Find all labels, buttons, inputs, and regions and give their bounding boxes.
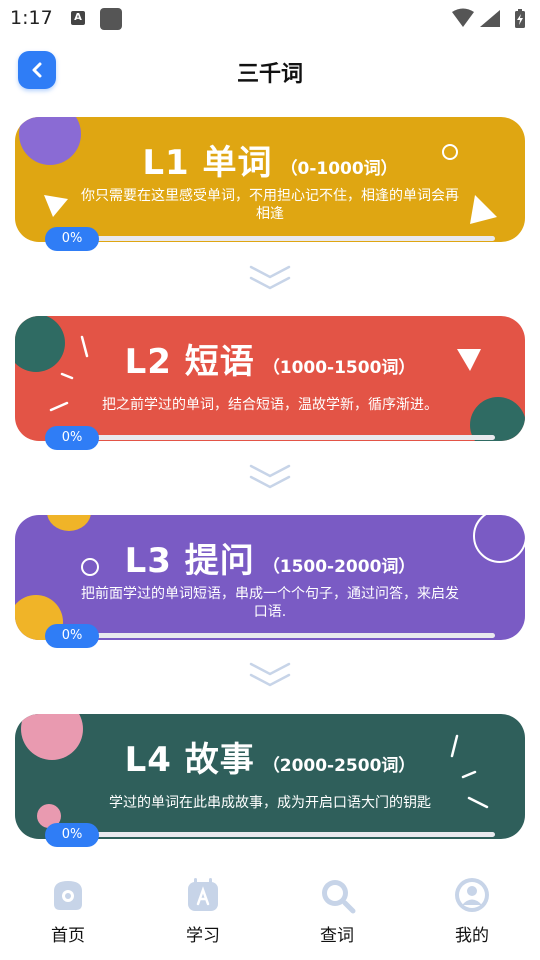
nav-label: 学习 <box>186 926 220 946</box>
level-card-l2[interactable]: L2 短语 （1000-1500词） 把之前学过的单词，结合短语，温故学新，循序渐… <box>15 316 525 441</box>
app-notification-icon: A <box>71 11 85 25</box>
progress-track <box>51 236 495 241</box>
level-name: L3 提问 <box>124 541 255 581</box>
nav-label: 查词 <box>320 926 354 946</box>
level-description: 把之前学过的单词，结合短语，温故学新，循序渐进。 <box>102 397 438 413</box>
level-description: 学过的单词在此串成故事，成为开启口语大门的钥匙 <box>109 795 431 811</box>
level-name: L2 短语 <box>124 342 255 382</box>
status-time: 1:17 <box>10 7 53 29</box>
decor-triangle <box>470 195 497 224</box>
chevron-down-icon <box>249 464 291 489</box>
nav-item-learn[interactable]: 学习 <box>148 876 258 946</box>
progress-badge: 0% <box>45 823 99 847</box>
chevron-down-icon <box>249 265 291 290</box>
level-range: （1500-2000词） <box>262 557 416 577</box>
nav-label: 首页 <box>51 926 85 946</box>
nav-item-profile[interactable]: 我的 <box>417 876 527 946</box>
level-card-l4[interactable]: L4 故事 （2000-2500词） 学过的单词在此串成故事，成为开启口语大门的钥… <box>15 714 525 839</box>
progress-badge: 0% <box>45 227 99 251</box>
progress-track <box>51 435 495 440</box>
level-title: L2 短语 （1000-1500词） <box>15 334 525 383</box>
level-title: L4 故事 （2000-2500词） <box>15 732 525 781</box>
level-description: 把前面学过的单词短语，串成一个个句子，通过问答，来启发口语. <box>81 586 459 620</box>
level-card-l1[interactable]: L1 单词 （0-1000词） 你只需要在这里感受单词，不用担心记不住，相逢的单词… <box>15 117 525 242</box>
progress-track <box>51 832 495 837</box>
progress-badge: 0% <box>45 426 99 450</box>
nav-item-search-word[interactable]: 查词 <box>282 876 392 946</box>
level-card-l3[interactable]: L3 提问 （1500-2000词） 把前面学过的单词短语，串成一个个句子，通过问… <box>15 515 525 640</box>
bottom-nav: 首页 学习 查词 我的 <box>0 862 540 960</box>
status-indicators <box>450 8 530 30</box>
status-bar: 1:17 A <box>0 0 540 38</box>
level-title: L1 单词 （0-1000词） <box>15 135 525 184</box>
header: 三千词 <box>0 40 540 100</box>
wifi-signal-battery-icon <box>452 8 525 28</box>
level-range: （2000-2500词） <box>262 756 416 776</box>
level-name: L1 单词 <box>142 143 273 183</box>
profile-icon <box>453 876 491 914</box>
level-range: （0-1000词） <box>280 159 398 179</box>
app-notification-square-icon <box>100 8 122 30</box>
nav-label: 我的 <box>455 926 489 946</box>
chevron-down-icon <box>249 662 291 687</box>
level-description: 你只需要在这里感受单词，不用担心记不住，相逢的单词会再相逢 <box>81 188 459 222</box>
home-icon <box>49 876 87 914</box>
level-name: L4 故事 <box>124 740 255 780</box>
level-range: （1000-1500词） <box>262 358 416 378</box>
decor-triangle <box>44 195 68 217</box>
progress-badge: 0% <box>45 624 99 648</box>
page-title: 三千词 <box>236 62 303 87</box>
level-title: L3 提问 （1500-2000词） <box>15 533 525 582</box>
learn-icon <box>184 876 222 914</box>
search-word-icon <box>318 876 356 914</box>
progress-track <box>51 633 495 638</box>
nav-item-home[interactable]: 首页 <box>13 876 123 946</box>
